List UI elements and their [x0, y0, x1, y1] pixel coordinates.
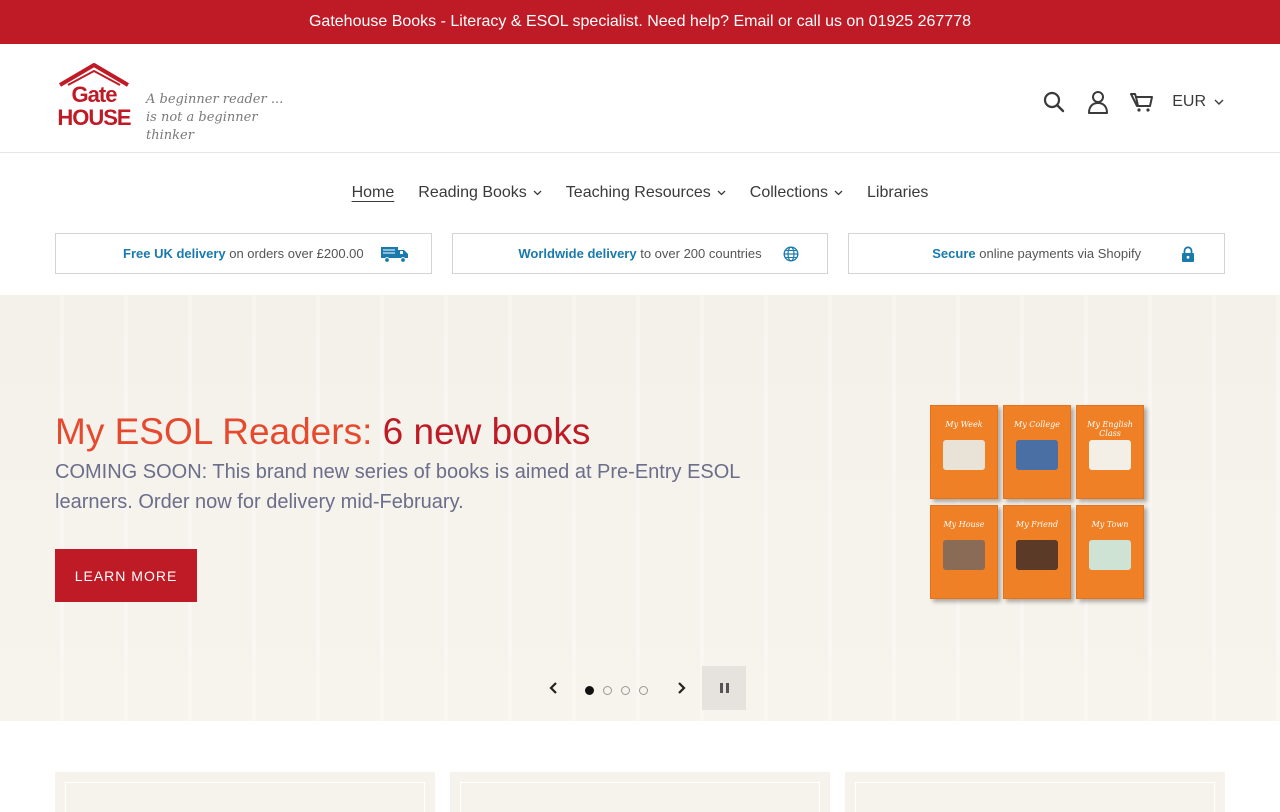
cart-icon — [1130, 93, 1154, 112]
logo-line-1: Gate — [71, 82, 118, 107]
book-illustration — [943, 440, 985, 470]
header-actions: EUR — [1032, 84, 1224, 120]
book-illustration — [1089, 440, 1131, 470]
currency-selector[interactable]: EUR — [1172, 93, 1224, 111]
nav-item-teaching-resources[interactable]: Teaching Resources — [554, 184, 738, 202]
book-illustration — [1016, 440, 1058, 470]
slide-dots — [585, 686, 648, 695]
hero-title-part-1: My ESOL Readers: — [55, 411, 373, 452]
main-nav: Home Reading Books Teaching Resources Co… — [0, 153, 1280, 231]
collection-card[interactable] — [55, 772, 435, 812]
book-title: My Week — [945, 420, 983, 429]
pause-slideshow-button[interactable] — [702, 666, 746, 710]
chevron-down-icon — [533, 190, 542, 196]
collection-card[interactable] — [845, 772, 1225, 812]
book-title: My College — [1014, 420, 1060, 429]
usp-strong: Free UK delivery — [123, 246, 226, 261]
nav-item-collections[interactable]: Collections — [738, 184, 855, 202]
usp-text: Secure online payments via Shopify — [932, 246, 1141, 261]
nav-label: Home — [351, 184, 395, 201]
slider-controls — [0, 666, 1280, 710]
slide-dot-4[interactable] — [639, 686, 648, 695]
hero-title-part-2: 6 new books — [372, 411, 591, 452]
hero-text: COMING SOON: This brand new series of bo… — [55, 461, 740, 513]
previous-slide-icon[interactable] — [545, 679, 563, 697]
usp-worldwide-delivery: Worldwide delivery to over 200 countries — [451, 233, 829, 274]
tagline-line-2: is not a beginner thinker — [146, 110, 258, 143]
learn-more-button[interactable]: LEARN MORE — [55, 549, 197, 602]
book-illustration — [943, 540, 985, 570]
slide-dot-1[interactable] — [585, 686, 594, 695]
book-title: My House — [943, 520, 985, 529]
nav-label: Teaching Resources — [565, 184, 711, 201]
currency-value: EUR — [1172, 93, 1206, 110]
chevron-down-icon — [717, 190, 726, 196]
hero-book-covers: My Week My College My English Class My H… — [930, 405, 1152, 610]
account-button[interactable] — [1076, 84, 1120, 120]
site-header: Gate HOUSE A beginner reader ... is not … — [0, 44, 1280, 153]
book-cover: My College — [1003, 405, 1071, 499]
search-button[interactable] — [1032, 84, 1076, 120]
next-slide-icon[interactable] — [672, 679, 690, 697]
book-cover: My English Class — [1076, 405, 1144, 499]
pause-icon-bar — [725, 683, 729, 693]
chevron-down-icon — [834, 190, 843, 196]
nav-item-reading-books[interactable]: Reading Books — [406, 184, 554, 202]
book-illustration — [1016, 540, 1058, 570]
usp-strong: Secure — [932, 246, 976, 261]
logo-wordmark: Gate HOUSE — [56, 83, 132, 129]
usp-bar: Free UK delivery on orders over £200.00 … — [55, 233, 1226, 274]
pause-icon-bar — [719, 683, 723, 693]
book-illustration — [1089, 540, 1131, 570]
usp-secure-payments: Secure online payments via Shopify — [848, 233, 1226, 274]
usp-free-delivery: Free UK delivery on orders over £200.00 — [55, 233, 432, 274]
user-icon — [1088, 91, 1109, 114]
book-title: My Friend — [1015, 520, 1059, 529]
hero-slideshow: My ESOL Readers: 6 new books COMING SOON… — [0, 295, 1280, 721]
logo-line-2: HOUSE — [57, 105, 131, 130]
featured-collections — [55, 772, 1225, 812]
slide-dot-2[interactable] — [603, 686, 612, 695]
globe-icon — [775, 244, 807, 264]
nav-label: Libraries — [867, 184, 929, 201]
usp-text: Worldwide delivery to over 200 countries — [518, 246, 761, 261]
book-cover: My Town — [1076, 505, 1144, 599]
usp-rest: online payments via Shopify — [975, 246, 1142, 261]
book-cover: My Week — [930, 405, 998, 499]
nav-item-home[interactable]: Home — [340, 184, 407, 202]
usp-rest: on orders over £200.00 — [225, 246, 364, 261]
nav-label: Collections — [749, 184, 829, 201]
book-title: My Town — [1091, 520, 1129, 529]
usp-rest: to over 200 countries — [636, 246, 762, 261]
chevron-down-icon — [1214, 99, 1224, 105]
announcement-text: Gatehouse Books - Literacy & ESOL specia… — [308, 13, 971, 30]
nav-item-libraries[interactable]: Libraries — [855, 184, 940, 202]
slide-dot-3[interactable] — [621, 686, 630, 695]
announcement-bar: Gatehouse Books - Literacy & ESOL specia… — [0, 0, 1280, 44]
logo-tagline: A beginner reader ... is not a beginner … — [146, 91, 306, 145]
truck-icon — [379, 244, 411, 264]
lock-icon — [1172, 244, 1204, 264]
usp-text: Free UK delivery on orders over £200.00 — [123, 246, 364, 261]
collection-card[interactable] — [450, 772, 830, 812]
book-cover: My Friend — [1003, 505, 1071, 599]
book-cover: My House — [930, 505, 998, 599]
tagline-line-1: A beginner reader ... — [146, 92, 284, 107]
search-icon — [1044, 91, 1065, 113]
hero-title: My ESOL Readers: 6 new books — [55, 409, 590, 455]
usp-strong: Worldwide delivery — [518, 246, 637, 261]
book-title: My English Class — [1087, 420, 1133, 438]
nav-label: Reading Books — [418, 184, 527, 201]
cart-button[interactable] — [1120, 84, 1164, 120]
site-logo[interactable]: Gate HOUSE A beginner reader ... is not … — [56, 63, 306, 143]
